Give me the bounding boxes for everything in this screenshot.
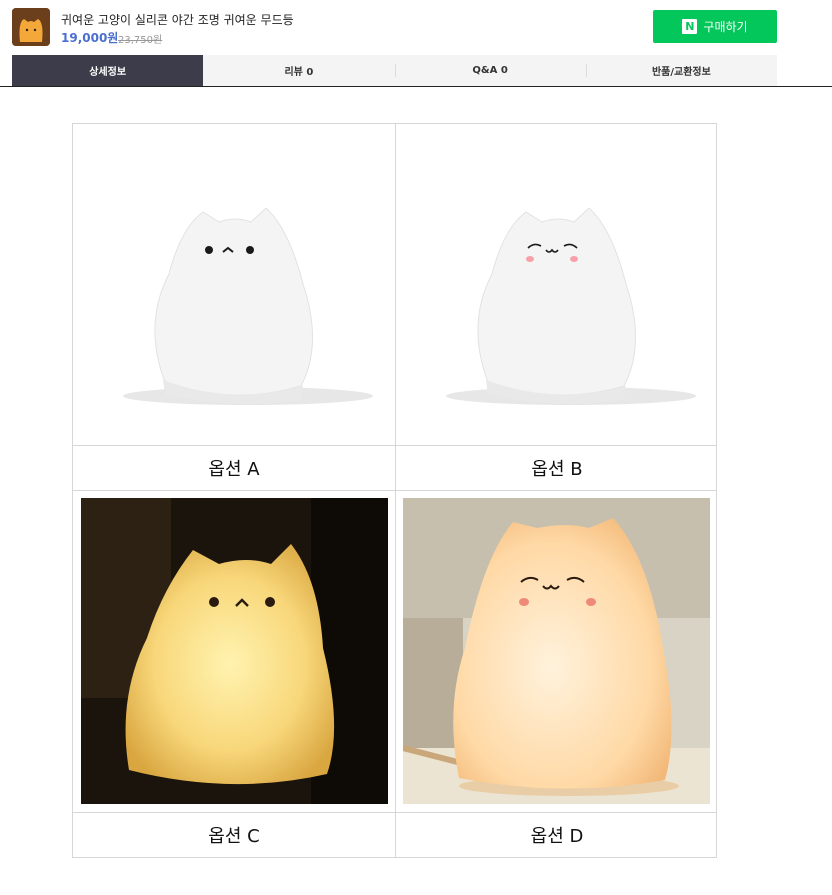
product-header: 귀여운 고양이 실리콘 야간 조명 귀여운 무드등 19,000원 23,750…	[0, 0, 832, 87]
option-b-label: 옵션 B	[531, 459, 583, 480]
option-grid: 옵션 A 옵션 B 옵션 C 옵션 D	[72, 123, 717, 858]
grid-divider	[73, 490, 716, 491]
option-c-image[interactable]	[81, 498, 388, 804]
option-b-image[interactable]	[396, 124, 716, 445]
tab-qna[interactable]: Q&A 0	[394, 55, 586, 86]
option-c-label: 옵션 C	[208, 826, 260, 847]
buy-button[interactable]: N 구매하기	[653, 10, 777, 43]
option-a-label: 옵션 A	[208, 459, 260, 480]
naver-pay-icon: N	[682, 19, 698, 34]
option-a-image[interactable]	[73, 124, 395, 445]
original-price: 23,750원	[118, 35, 163, 46]
product-thumbnail[interactable]	[12, 8, 50, 46]
option-d-image[interactable]	[403, 498, 710, 804]
tab-return-exchange[interactable]: 반품/교환정보	[585, 55, 777, 86]
tab-reviews[interactable]: 리뷰 0	[203, 55, 394, 86]
product-title: 귀여운 고양이 실리콘 야간 조명 귀여운 무드등	[61, 13, 294, 27]
tab-details[interactable]: 상세정보	[12, 55, 204, 86]
detail-tabs: 상세정보 리뷰 0 Q&A 0 반품/교환정보	[12, 55, 777, 86]
sale-price: 19,000원	[61, 31, 119, 45]
option-d-label: 옵션 D	[530, 826, 584, 847]
buy-button-label: 구매하기	[703, 20, 748, 34]
